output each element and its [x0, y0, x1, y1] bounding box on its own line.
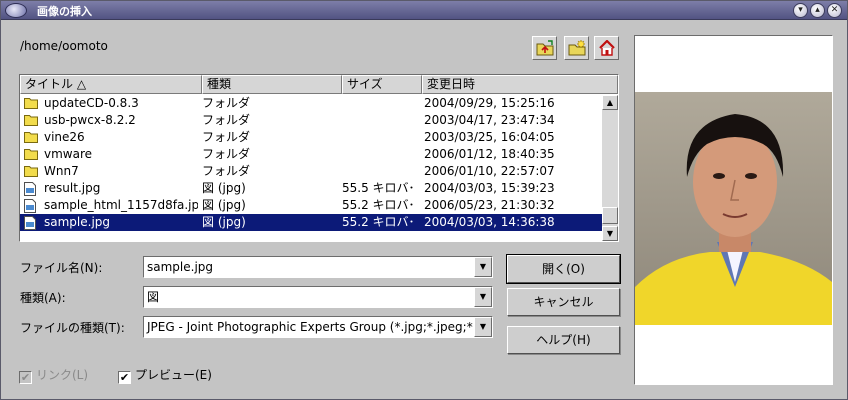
- file-row[interactable]: vine26 フォルダ 2003/03/25, 16:04:05: [20, 129, 602, 146]
- file-type: フォルダ: [202, 96, 251, 110]
- kind-label: 種類(A):: [20, 291, 66, 305]
- link-checkbox: ✔: [19, 371, 32, 384]
- file-list[interactable]: タイトル △ 種類 サイズ 変更日時 updateCD-0.8.3 フォルダ 200…: [19, 74, 619, 242]
- filename-dropdown-button[interactable]: ▼: [474, 257, 492, 277]
- folder-up-button[interactable]: [532, 36, 557, 60]
- file-name: Wnn7: [44, 164, 79, 178]
- help-button[interactable]: ヘルプ(H): [507, 326, 620, 354]
- preview-photo: [635, 92, 832, 325]
- file-modified: 2006/01/10, 22:57:07: [424, 164, 555, 178]
- image-file-icon: [24, 216, 36, 235]
- filetype-combobox[interactable]: JPEG - Joint Photographic Experts Group …: [143, 316, 493, 338]
- file-type: フォルダ: [202, 164, 251, 178]
- file-modified: 2006/01/12, 18:40:35: [424, 147, 555, 161]
- scroll-thumb[interactable]: [602, 207, 618, 224]
- file-modified: 2004/09/29, 15:25:16: [424, 96, 555, 110]
- open-button[interactable]: 開く(O): [506, 254, 621, 284]
- link-option: ✔ リンク(L): [19, 366, 88, 384]
- file-name: usb-pwcx-8.2.2: [44, 113, 136, 127]
- file-row[interactable]: sample.jpg 図 (jpg) 55.2 キロバ･ 2004/03/03, 14…: [20, 214, 602, 231]
- file-type: フォルダ: [202, 147, 251, 161]
- close-button[interactable]: ✕: [827, 3, 842, 18]
- file-name: vmware: [44, 147, 93, 161]
- link-label: リンク(L): [36, 368, 89, 382]
- title-bar[interactable]: 画像の挿入 ▾ ▴ ✕: [1, 1, 847, 20]
- scroll-up-button[interactable]: ▲: [602, 95, 618, 110]
- kind-value[interactable]: 図: [147, 290, 159, 304]
- new-folder-button[interactable]: [564, 36, 589, 60]
- insert-image-dialog: 画像の挿入 ▾ ▴ ✕ /home/oomoto タイトル △ 種類 サイズ 変…: [0, 0, 848, 400]
- file-name: updateCD-0.8.3: [44, 96, 139, 110]
- image-preview: [634, 35, 833, 385]
- maximize-button[interactable]: ▴: [810, 3, 825, 18]
- filename-combobox[interactable]: sample.jpg ▼: [143, 256, 493, 278]
- file-modified: 2003/03/25, 16:04:05: [424, 130, 555, 144]
- file-row[interactable]: updateCD-0.8.3 フォルダ 2004/09/29, 15:25:16: [20, 95, 602, 112]
- file-size: 55.2 キロバ･: [342, 198, 415, 212]
- file-row[interactable]: Wnn7 フォルダ 2006/01/10, 22:57:07: [20, 163, 602, 180]
- column-header-size[interactable]: サイズ: [342, 75, 422, 94]
- kind-combobox[interactable]: 図 ▼: [143, 286, 493, 308]
- file-type: フォルダ: [202, 113, 251, 127]
- file-row[interactable]: vmware フォルダ 2006/01/12, 18:40:35: [20, 146, 602, 163]
- filename-label: ファイル名(N):: [20, 261, 103, 275]
- preview-option[interactable]: ✔ プレビュー(E): [118, 366, 212, 384]
- file-modified: 2004/03/03, 15:39:23: [424, 181, 555, 195]
- file-name: result.jpg: [44, 181, 101, 195]
- app-menu-icon[interactable]: [5, 3, 27, 18]
- window-title: 画像の挿入: [37, 5, 92, 18]
- kind-dropdown-button[interactable]: ▼: [474, 287, 492, 307]
- file-type: フォルダ: [202, 130, 251, 144]
- column-header-type[interactable]: 種類: [202, 75, 342, 94]
- file-row[interactable]: sample_html_1157d8fa.jp 図 (jpg) 55.2 キロバ･ 2…: [20, 197, 602, 214]
- new-folder-icon: [568, 40, 586, 56]
- file-size: 55.2 キロバ･: [342, 215, 415, 229]
- scroll-down-button[interactable]: ▼: [602, 226, 618, 241]
- folder-up-icon: [536, 40, 554, 56]
- file-size: 55.5 キロバ･: [342, 181, 415, 195]
- column-header-title[interactable]: タイトル △: [20, 75, 202, 94]
- home-icon: [599, 40, 615, 56]
- filename-value[interactable]: sample.jpg: [147, 260, 213, 274]
- file-type: 図 (jpg): [202, 215, 246, 229]
- file-type: 図 (jpg): [202, 198, 246, 212]
- preview-label[interactable]: プレビュー(E): [135, 368, 212, 382]
- column-header-modified[interactable]: 変更日時: [422, 75, 618, 94]
- file-name: sample.jpg: [44, 215, 111, 229]
- preview-checkbox[interactable]: ✔: [118, 371, 131, 384]
- home-button[interactable]: [594, 36, 619, 60]
- file-name: vine26: [44, 130, 85, 144]
- filetype-dropdown-button[interactable]: ▼: [474, 317, 492, 337]
- vertical-scrollbar[interactable]: ▲ ▼: [602, 95, 618, 241]
- file-type: 図 (jpg): [202, 181, 246, 195]
- current-path: /home/oomoto: [20, 39, 108, 53]
- minimize-button[interactable]: ▾: [793, 3, 808, 18]
- file-modified: 2003/04/17, 23:47:34: [424, 113, 555, 127]
- file-row[interactable]: usb-pwcx-8.2.2 フォルダ 2003/04/17, 23:47:34: [20, 112, 602, 129]
- file-modified: 2006/05/23, 21:30:32: [424, 198, 555, 212]
- file-modified: 2004/03/03, 14:36:38: [424, 215, 555, 229]
- file-row[interactable]: result.jpg 図 (jpg) 55.5 キロバ･ 2004/03/03, 15…: [20, 180, 602, 197]
- filetype-value[interactable]: JPEG - Joint Photographic Experts Group …: [147, 320, 492, 334]
- filetype-label: ファイルの種類(T):: [20, 321, 125, 335]
- cancel-button[interactable]: キャンセル: [507, 288, 620, 316]
- file-name: sample_html_1157d8fa.jp: [44, 198, 198, 212]
